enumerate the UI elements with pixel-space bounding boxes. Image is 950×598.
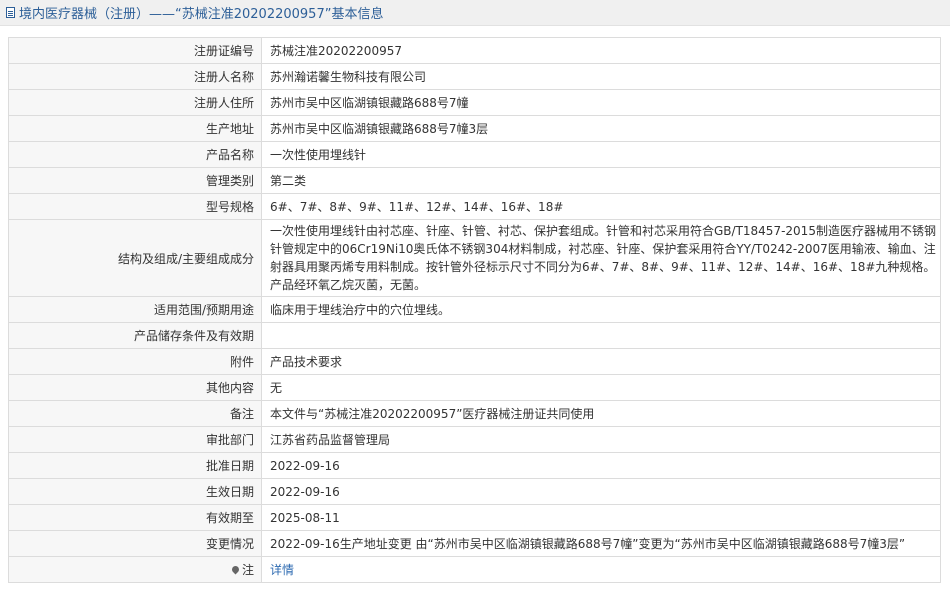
detail-link[interactable]: 详情: [270, 563, 294, 577]
page-header: 境内医疗器械（注册）——“苏械注准20202200957”基本信息: [0, 0, 950, 26]
row-value: 苏州市吴中区临湖镇银藏路688号7幢: [261, 89, 941, 116]
table-row: 生产地址 苏州市吴中区临湖镇银藏路688号7幢3层: [8, 115, 941, 142]
row-label: 注册人住所: [8, 89, 262, 116]
row-value: 2025-08-11: [261, 504, 941, 531]
row-label: 生产地址: [8, 115, 262, 142]
table-row: 变更情况 2022-09-16生产地址变更 由“苏州市吴中区临湖镇银藏路688号…: [8, 530, 941, 557]
row-label: 注册人名称: [8, 63, 262, 90]
note-label-cell: 注: [8, 556, 262, 583]
row-label: 产品储存条件及有效期: [8, 322, 262, 349]
row-value: 2022-09-16: [261, 452, 941, 479]
row-value: 无: [261, 374, 941, 401]
row-label: 附件: [8, 348, 262, 375]
row-value: 苏州瀚诺馨生物科技有限公司: [261, 63, 941, 90]
row-value: 苏州市吴中区临湖镇银藏路688号7幢3层: [261, 115, 941, 142]
table-row: 产品储存条件及有效期: [8, 322, 941, 349]
row-value: 苏械注准20202200957: [261, 37, 941, 64]
table-row: 注册证编号 苏械注准20202200957: [8, 37, 941, 64]
table-row: 产品名称 一次性使用埋线针: [8, 141, 941, 168]
row-label: 生效日期: [8, 478, 262, 505]
row-value: 第二类: [261, 167, 941, 194]
row-value: 2022-09-16生产地址变更 由“苏州市吴中区临湖镇银藏路688号7幢”变更…: [261, 530, 941, 557]
table-row: 有效期至 2025-08-11: [8, 504, 941, 531]
row-value: [261, 322, 941, 349]
row-label: 型号规格: [8, 193, 262, 220]
table-row: 结构及组成/主要组成成分 一次性使用埋线针由衬芯座、针座、针管、衬芯、保护套组成…: [8, 219, 941, 297]
pin-icon: [230, 564, 241, 575]
row-label: 结构及组成/主要组成成分: [8, 219, 262, 297]
row-label: 管理类别: [8, 167, 262, 194]
table-row: 注册人住所 苏州市吴中区临湖镇银藏路688号7幢: [8, 89, 941, 116]
row-label: 批准日期: [8, 452, 262, 479]
info-table: 注册证编号 苏械注准20202200957 注册人名称 苏州瀚诺馨生物科技有限公…: [8, 37, 941, 583]
table-row: 其他内容 无: [8, 374, 941, 401]
row-value: 产品技术要求: [261, 348, 941, 375]
row-label: 适用范围/预期用途: [8, 296, 262, 323]
row-label: 注册证编号: [8, 37, 262, 64]
note-label: 注: [241, 563, 254, 577]
table-row: 注册人名称 苏州瀚诺馨生物科技有限公司: [8, 63, 941, 90]
row-label: 备注: [8, 400, 262, 427]
row-label: 审批部门: [8, 426, 262, 453]
row-label: 产品名称: [8, 141, 262, 168]
table-row: 生效日期 2022-09-16: [8, 478, 941, 505]
table-row: 审批部门 江苏省药品监督管理局: [8, 426, 941, 453]
note-row: 注 详情: [8, 556, 941, 583]
document-icon: [6, 7, 15, 18]
row-value: 6#、7#、8#、9#、11#、12#、14#、16#、18#: [261, 193, 941, 220]
note-value-cell: 详情: [261, 556, 941, 583]
row-label: 变更情况: [8, 530, 262, 557]
row-label: 其他内容: [8, 374, 262, 401]
row-value: 临床用于埋线治疗中的穴位埋线。: [261, 296, 941, 323]
table-row: 附件 产品技术要求: [8, 348, 941, 375]
page-title: 境内医疗器械（注册）——“苏械注准20202200957”基本信息: [19, 7, 384, 22]
row-value: 一次性使用埋线针由衬芯座、针座、针管、衬芯、保护套组成。针管和衬芯采用符合GB/…: [261, 219, 941, 297]
table-row: 批准日期 2022-09-16: [8, 452, 941, 479]
table-row: 管理类别 第二类: [8, 167, 941, 194]
row-value: 本文件与“苏械注准20202200957”医疗器械注册证共同使用: [261, 400, 941, 427]
table-row: 型号规格 6#、7#、8#、9#、11#、12#、14#、16#、18#: [8, 193, 941, 220]
table-row: 备注 本文件与“苏械注准20202200957”医疗器械注册证共同使用: [8, 400, 941, 427]
row-value: 2022-09-16: [261, 478, 941, 505]
row-label: 有效期至: [8, 504, 262, 531]
row-value: 一次性使用埋线针: [261, 141, 941, 168]
table-row: 适用范围/预期用途 临床用于埋线治疗中的穴位埋线。: [8, 296, 941, 323]
row-value: 江苏省药品监督管理局: [261, 426, 941, 453]
